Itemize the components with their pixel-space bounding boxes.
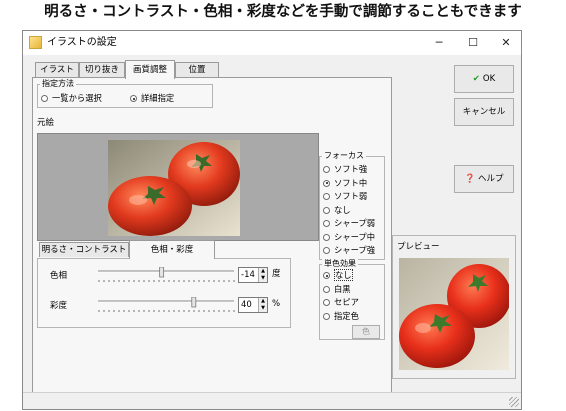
tab-image-quality[interactable]: 画質調整 (125, 60, 175, 79)
radio-label: 白黒 (334, 283, 351, 294)
radio-label: 一覧から選択 (52, 93, 102, 103)
tab-illust[interactable]: イラスト (35, 62, 79, 77)
radio-label: ソフト強 (334, 164, 368, 174)
minimize-button[interactable]: ─ (424, 33, 454, 53)
ok-button[interactable]: ✔ OK (454, 65, 514, 93)
preview-group: プレビュー (392, 235, 516, 379)
resize-grip[interactable] (509, 397, 519, 407)
radio-focus-5[interactable]: シャープ中 (323, 232, 375, 243)
ok-label: OK (482, 74, 496, 84)
preview-photo (399, 258, 509, 370)
tab-crop[interactable]: 切り抜き (79, 62, 125, 77)
hue-up-button[interactable]: ▲ (258, 268, 267, 275)
hue-slider[interactable] (96, 266, 236, 285)
radio-mono-3[interactable]: 指定色 (323, 311, 359, 322)
radio-focus-3[interactable]: なし (323, 205, 351, 216)
radio-label: なし (334, 269, 353, 281)
saturation-down-button[interactable]: ▼ (258, 305, 267, 312)
saturation-label: 彩度 (50, 301, 68, 311)
subtab-brightness-contrast[interactable]: 明るさ・コントラスト (39, 242, 129, 257)
page-caption: 明るさ・コントラスト・色相・彩度などを手動で調節することもできます (44, 4, 522, 20)
help-icon: ❓ (464, 174, 476, 184)
radio-mono-1[interactable]: 白黒 (323, 284, 351, 295)
help-button[interactable]: ❓ ヘルプ (454, 165, 514, 193)
original-image-label: 元絵 (37, 118, 55, 128)
radio-mono-2[interactable]: セピア (323, 297, 359, 308)
radio-indicator (323, 193, 330, 200)
help-label: ヘルプ (478, 174, 504, 184)
radio-indicator (323, 179, 330, 187)
original-tomato-image (108, 140, 240, 236)
radio-label: シャープ中 (334, 231, 375, 242)
radio-focus-6[interactable]: シャープ強 (323, 245, 375, 256)
hue-unit: 度 (272, 269, 281, 279)
window-title: イラストの設定 (47, 37, 117, 48)
radio-label: セピア (334, 297, 359, 307)
mono-effect-group: 単色効果 なし白黒セピア指定色 色 (319, 259, 385, 340)
radio-indicator (41, 95, 48, 102)
radio-indicator (323, 206, 330, 214)
radio-mono-0[interactable]: なし (323, 269, 353, 281)
app-icon (29, 36, 42, 49)
radio-label: なし (334, 204, 351, 215)
close-button[interactable]: ✕ (491, 33, 521, 53)
hue-value: -14 (241, 270, 255, 280)
maximize-button[interactable]: ☐ (458, 33, 488, 53)
color-button[interactable]: 色 (352, 325, 380, 339)
illustration-settings-window: イラストの設定 ─ ☐ ✕ イラスト 切り抜き 画質調整 位置 指定方法 一覧か… (22, 30, 522, 410)
radio-label: ソフト弱 (334, 191, 368, 201)
saturation-up-button[interactable]: ▲ (258, 298, 267, 305)
tab-position[interactable]: 位置 (175, 62, 219, 77)
radio-label: シャープ強 (334, 245, 375, 255)
designation-group: 指定方法 一覧から選択 詳細指定 (37, 79, 213, 108)
hue-down-button[interactable]: ▼ (258, 275, 267, 282)
radio-indicator (323, 312, 330, 320)
radio-indicator (323, 220, 330, 227)
radio-select-from-list[interactable]: 一覧から選択 (41, 93, 102, 104)
radio-indicator (323, 166, 330, 173)
radio-label: 指定色 (334, 310, 359, 321)
radio-indicator (323, 247, 330, 254)
preview-tomato-image (399, 258, 509, 370)
saturation-value-field[interactable]: 40 ▲ ▼ (238, 297, 268, 313)
radio-label: 詳細指定 (141, 93, 175, 103)
designation-title: 指定方法 (40, 79, 76, 89)
hue-label: 色相 (50, 271, 68, 281)
radio-indicator (323, 233, 330, 241)
original-image-area (37, 133, 319, 241)
image-quality-panel: 指定方法 一覧から選択 詳細指定 元絵 明るさ・コントラスト 色相・彩度 色相 … (32, 77, 392, 399)
radio-indicator (323, 285, 330, 293)
title-bar: イラストの設定 ─ ☐ ✕ (23, 31, 521, 55)
status-bar (23, 392, 521, 409)
saturation-unit: % (272, 299, 281, 309)
radio-indicator (323, 299, 330, 306)
subtab-hue-saturation[interactable]: 色相・彩度 (129, 240, 215, 259)
saturation-slider-track (98, 296, 235, 312)
hue-value-field[interactable]: -14 ▲ ▼ (238, 267, 268, 283)
saturation-value: 40 (241, 300, 252, 310)
radio-focus-2[interactable]: ソフト弱 (323, 191, 367, 202)
radio-label: ソフト中 (334, 177, 368, 188)
radio-focus-4[interactable]: シャープ弱 (323, 218, 375, 229)
radio-focus-1[interactable]: ソフト中 (323, 178, 367, 189)
cancel-button[interactable]: キャンセル (454, 98, 514, 126)
focus-title: フォーカス (322, 151, 366, 161)
radio-indicator (323, 272, 330, 279)
saturation-slider[interactable] (96, 296, 236, 315)
hue-slider-track (98, 266, 235, 282)
checkmark-icon: ✔ (472, 74, 480, 84)
radio-indicator (130, 95, 137, 102)
radio-label: シャープ弱 (334, 218, 375, 228)
tomato-photo (108, 140, 240, 236)
radio-focus-0[interactable]: ソフト強 (323, 164, 367, 175)
preview-label: プレビュー (397, 242, 440, 252)
mono-effect-title: 単色効果 (322, 259, 358, 269)
radio-detailed[interactable]: 詳細指定 (130, 93, 174, 104)
hue-saturation-panel: 色相 -14 ▲ ▼ 度 彩度 40 ▲ ▼ % (37, 258, 291, 328)
dialog-content: イラスト 切り抜き 画質調整 位置 指定方法 一覧から選択 詳細指定 元絵 明る… (23, 55, 521, 409)
focus-group: フォーカス ソフト強ソフト中ソフト弱なしシャープ弱シャープ中シャープ強 (319, 151, 385, 260)
